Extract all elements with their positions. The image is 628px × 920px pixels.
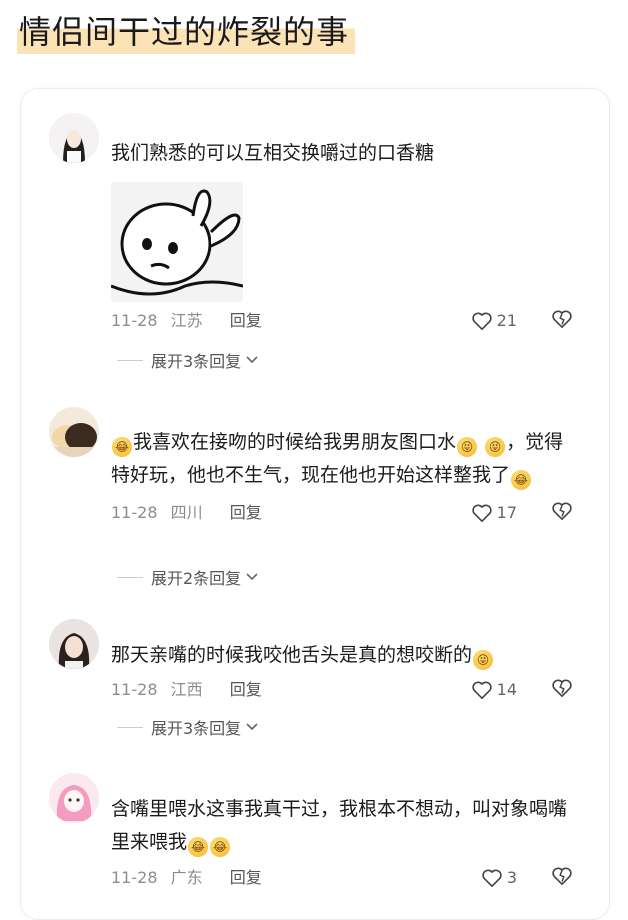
broken-heart-icon <box>552 679 572 697</box>
broken-heart-icon <box>552 310 572 328</box>
comment-meta: 11-28 四川 回复 17 <box>111 500 581 526</box>
like-button[interactable]: 21 <box>471 308 517 334</box>
expand-replies-button[interactable]: 展开2条回复 <box>117 565 259 589</box>
divider-line <box>117 576 143 578</box>
comment-meta: 11-28 江苏 回复 21 <box>111 308 581 334</box>
comment-date: 11-28 <box>111 868 158 887</box>
like-button[interactable]: 14 <box>471 677 517 703</box>
comment-body: 😂 我喜欢在接吻的时候给我男朋友图口水 😝 😝 ，觉得特好玩，他也不生气，现在他也开始… <box>111 426 581 526</box>
dislike-button[interactable] <box>551 501 573 529</box>
comment-body: 含嘴里喂水这事我真干过，我根本不想动，叫对象喝嘴里来喂我 😂 😂 11-28 广东 … <box>111 793 581 891</box>
comment-card: 我们熟悉的可以互相交换嚼过的口香糖 11-28 江苏 回复 21 展开3条回复 … <box>20 88 610 920</box>
avatar[interactable] <box>49 619 99 669</box>
expand-replies-label: 展开3条回复 <box>151 352 242 371</box>
like-button[interactable]: 3 <box>481 865 517 891</box>
comment-meta: 11-28 江西 回复 14 <box>111 677 581 703</box>
expand-replies-button[interactable]: 展开3条回复 <box>117 715 259 739</box>
chevron-down-icon <box>246 573 258 581</box>
title-wrapper: 情侣间干过的炸裂的事 <box>17 10 356 56</box>
comment-text: 含嘴里喂水这事我真干过，我根本不想动，叫对象喝嘴里来喂我 😂 😂 <box>111 793 581 859</box>
chevron-down-icon <box>246 723 258 731</box>
comment-location: 四川 <box>170 503 203 522</box>
chevron-down-icon <box>246 356 258 364</box>
dislike-button[interactable] <box>551 309 573 337</box>
broken-heart-icon <box>552 867 572 885</box>
comment-location: 广东 <box>170 868 203 887</box>
heart-outline-icon <box>482 869 502 887</box>
comment-date: 11-28 <box>111 311 158 330</box>
dislike-button[interactable] <box>551 866 573 894</box>
comment-body: 我们熟悉的可以互相交换嚼过的口香糖 11-28 江苏 回复 21 <box>111 137 581 334</box>
comment-body: 那天亲嘴的时候我咬他舌头是真的想咬断的 😝 11-28 江西 回复 14 <box>111 639 581 703</box>
reply-button[interactable]: 回复 <box>230 500 262 526</box>
tears-of-joy-emoji: 😂 <box>188 837 209 857</box>
comment-text: 😂 我喜欢在接吻的时候给我男朋友图口水 😝 😝 ，觉得特好玩，他也不生气，现在他也开始… <box>111 426 581 492</box>
avatar[interactable] <box>49 113 99 163</box>
like-count: 17 <box>496 503 517 522</box>
tears-of-joy-emoji: 😂 <box>112 437 132 457</box>
divider-line <box>117 359 143 361</box>
comment-text: 那天亲嘴的时候我咬他舌头是真的想咬断的 😝 <box>111 639 581 672</box>
comment-date: 11-28 <box>111 503 158 522</box>
comment-text: 我们熟悉的可以互相交换嚼过的口香糖 <box>111 142 435 164</box>
tongue-wink-emoji: 😝 <box>473 650 494 670</box>
reply-button[interactable]: 回复 <box>230 308 262 334</box>
page-title: 情侣间干过的炸裂的事 <box>17 10 356 56</box>
tongue-wink-emoji: 😝 <box>457 437 478 457</box>
divider-line <box>117 726 143 728</box>
avatar[interactable] <box>49 407 99 457</box>
like-count: 14 <box>496 680 517 699</box>
tears-of-joy-emoji: 😂 <box>210 837 231 857</box>
expand-replies-label: 展开3条回复 <box>151 719 242 738</box>
comment-location: 江西 <box>170 680 203 699</box>
heart-outline-icon <box>471 681 492 699</box>
like-button[interactable]: 17 <box>471 500 517 526</box>
like-count: 3 <box>506 868 517 887</box>
dislike-button[interactable] <box>551 678 573 706</box>
comment-meta: 11-28 广东 回复 3 <box>111 865 581 891</box>
expand-replies-button[interactable]: 展开3条回复 <box>117 348 259 372</box>
broken-heart-icon <box>552 502 572 520</box>
avatar[interactable] <box>49 773 99 823</box>
comment-date: 11-28 <box>111 680 158 699</box>
heart-outline-icon <box>471 312 492 330</box>
sticker-image[interactable] <box>111 182 243 302</box>
expand-replies-label: 展开2条回复 <box>151 569 242 588</box>
reply-button[interactable]: 回复 <box>230 865 262 891</box>
comment-text-main: 含嘴里喂水这事我真干过，我根本不想动，叫对象喝嘴里来喂我 <box>111 798 568 853</box>
reply-button[interactable]: 回复 <box>230 677 262 703</box>
comment-text-part-1: 我喜欢在接吻的时候给我男朋友图口水 <box>133 431 457 453</box>
comment-text-main: 那天亲嘴的时候我咬他舌头是真的想咬断的 <box>111 644 473 666</box>
heart-outline-icon <box>471 504 492 522</box>
tongue-wink-emoji: 😝 <box>485 437 506 457</box>
comment-location: 江苏 <box>170 311 203 330</box>
tears-of-joy-emoji: 😂 <box>511 470 532 490</box>
like-count: 21 <box>496 311 517 330</box>
